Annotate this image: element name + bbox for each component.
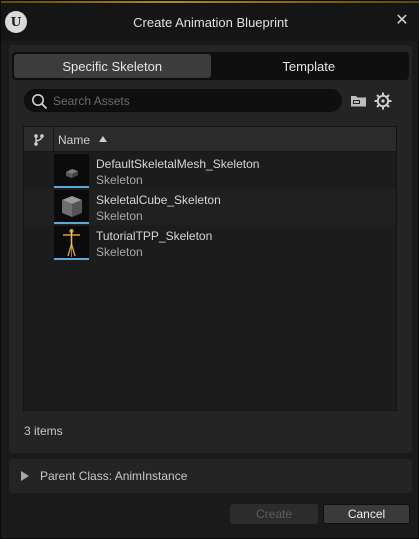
list-item[interactable]: TutorialTPP_Skeleton Skeleton [24, 225, 396, 261]
asset-picker-panel: Specific Skeleton Template Search Assets… [9, 45, 412, 453]
mannequin-skeleton-icon [63, 229, 80, 257]
parent-class-label: Parent Class: AnimInstance [40, 469, 188, 483]
create-button[interactable]: Create [230, 504, 318, 524]
tab-template[interactable]: Template [211, 54, 408, 78]
list-header: Name [24, 127, 396, 152]
small-cube-mesh-icon [66, 169, 78, 178]
folder-filter-icon[interactable] [350, 92, 368, 110]
asset-type: Skeleton [96, 173, 143, 187]
asset-name: SkeletalCube_Skeleton [96, 193, 221, 207]
tab-specific-skeleton[interactable]: Specific Skeleton [14, 54, 211, 78]
asset-type: Skeleton [96, 245, 143, 259]
search-box[interactable] [24, 89, 342, 112]
list-item[interactable]: SkeletalCube_Skeleton Skeleton [24, 189, 396, 225]
branch-icon [33, 133, 44, 146]
list-item[interactable]: DefaultSkeletalMesh_Skeleton Skeleton [24, 153, 396, 189]
expand-arrow-icon [21, 471, 29, 481]
search-icon [32, 94, 47, 109]
item-count-label: 3 items [24, 424, 63, 438]
dialog-title: Create Animation Blueprint [133, 15, 288, 30]
name-column-header[interactable]: Name [58, 133, 90, 147]
grey-cube-icon [62, 196, 82, 217]
tab-strip: Specific Skeleton Template [12, 52, 409, 80]
asset-thumbnail [54, 190, 89, 224]
asset-list: Name DefaultSkeletalMesh_Skeleton Skelet… [23, 126, 397, 411]
sort-ascending-icon [99, 136, 107, 142]
close-button[interactable]: ✕ [392, 10, 412, 30]
asset-name: DefaultSkeletalMesh_Skeleton [96, 157, 260, 171]
create-animation-blueprint-dialog: U Create Animation Blueprint ✕ Specific … [0, 0, 419, 539]
column-options-button[interactable] [24, 127, 54, 152]
search-input[interactable] [53, 92, 333, 109]
cancel-button[interactable]: Cancel [323, 504, 410, 524]
parent-class-section[interactable]: Parent Class: AnimInstance [9, 459, 412, 493]
asset-name: TutorialTPP_Skeleton [96, 229, 213, 243]
title-bar[interactable]: U Create Animation Blueprint ✕ [1, 3, 419, 41]
asset-type: Skeleton [96, 209, 143, 223]
asset-thumbnail [54, 154, 89, 188]
asset-thumbnail [54, 226, 89, 260]
gear-icon[interactable] [373, 91, 393, 111]
close-icon: ✕ [395, 12, 409, 29]
